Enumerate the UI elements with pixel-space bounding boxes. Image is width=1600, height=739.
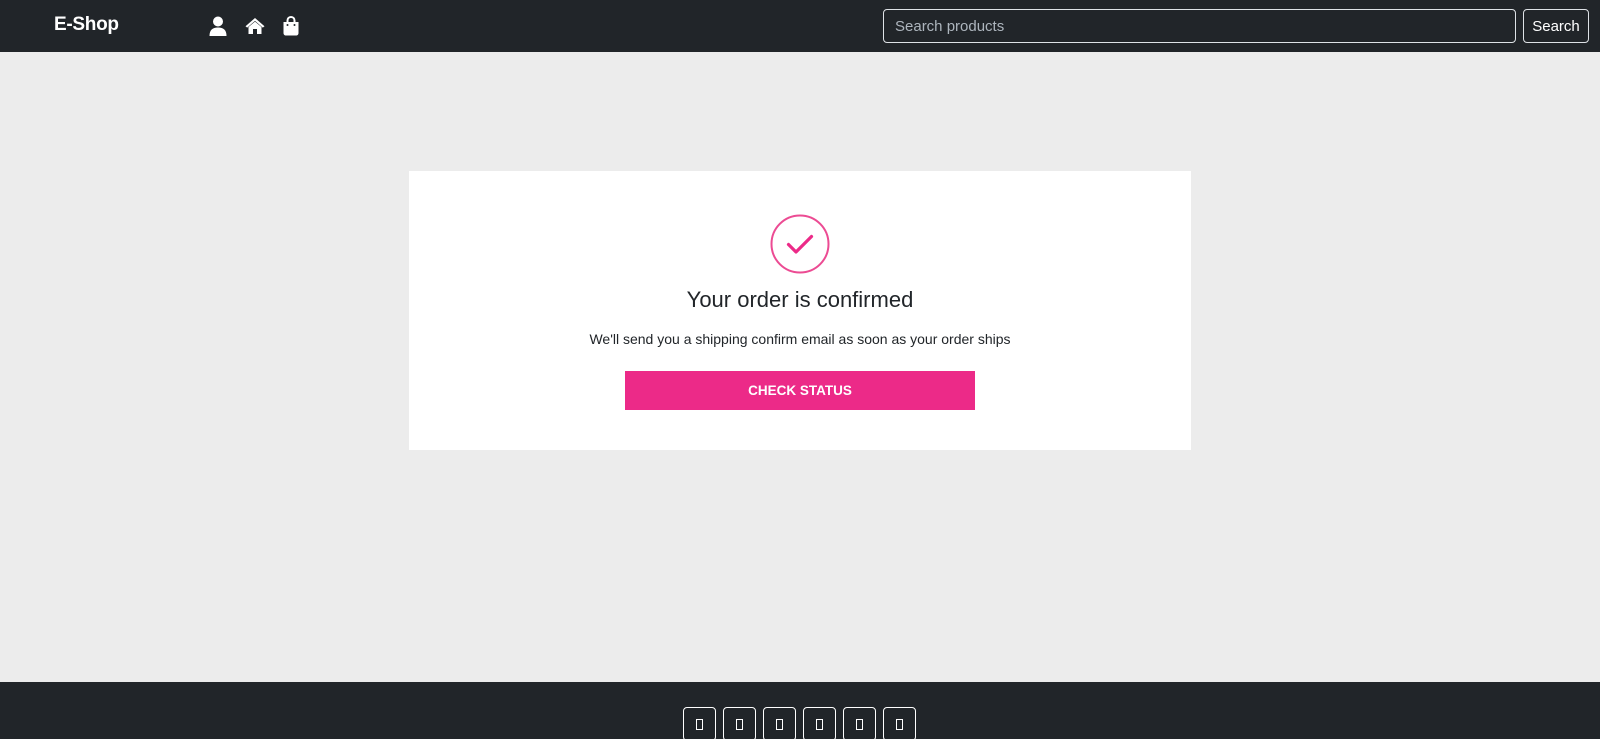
social-links (683, 707, 916, 739)
confirmation-message: We'll send you a shipping confirm email … (589, 331, 1011, 347)
social-icon-6[interactable] (883, 707, 916, 739)
search-button[interactable]: Search (1523, 9, 1589, 43)
confirmation-title: Your order is confirmed (686, 287, 914, 312)
social-icon-1[interactable] (683, 707, 716, 739)
social-icon-5[interactable] (843, 707, 876, 739)
check-circle-icon (770, 214, 830, 274)
search-input[interactable] (883, 9, 1516, 43)
footer (0, 682, 1600, 739)
shopping-bag-icon[interactable] (281, 16, 301, 36)
social-icon-4[interactable] (803, 707, 836, 739)
brand-logo[interactable]: E-Shop (54, 14, 119, 36)
order-confirmation-card: Your order is confirmed We'll send you a… (409, 171, 1191, 450)
navbar: E-Shop Search (0, 0, 1600, 52)
home-icon[interactable] (245, 16, 265, 36)
user-icon[interactable] (208, 16, 228, 36)
social-icon-2[interactable] (723, 707, 756, 739)
check-status-button[interactable]: CHECK STATUS (625, 371, 975, 410)
social-icon-3[interactable] (763, 707, 796, 739)
